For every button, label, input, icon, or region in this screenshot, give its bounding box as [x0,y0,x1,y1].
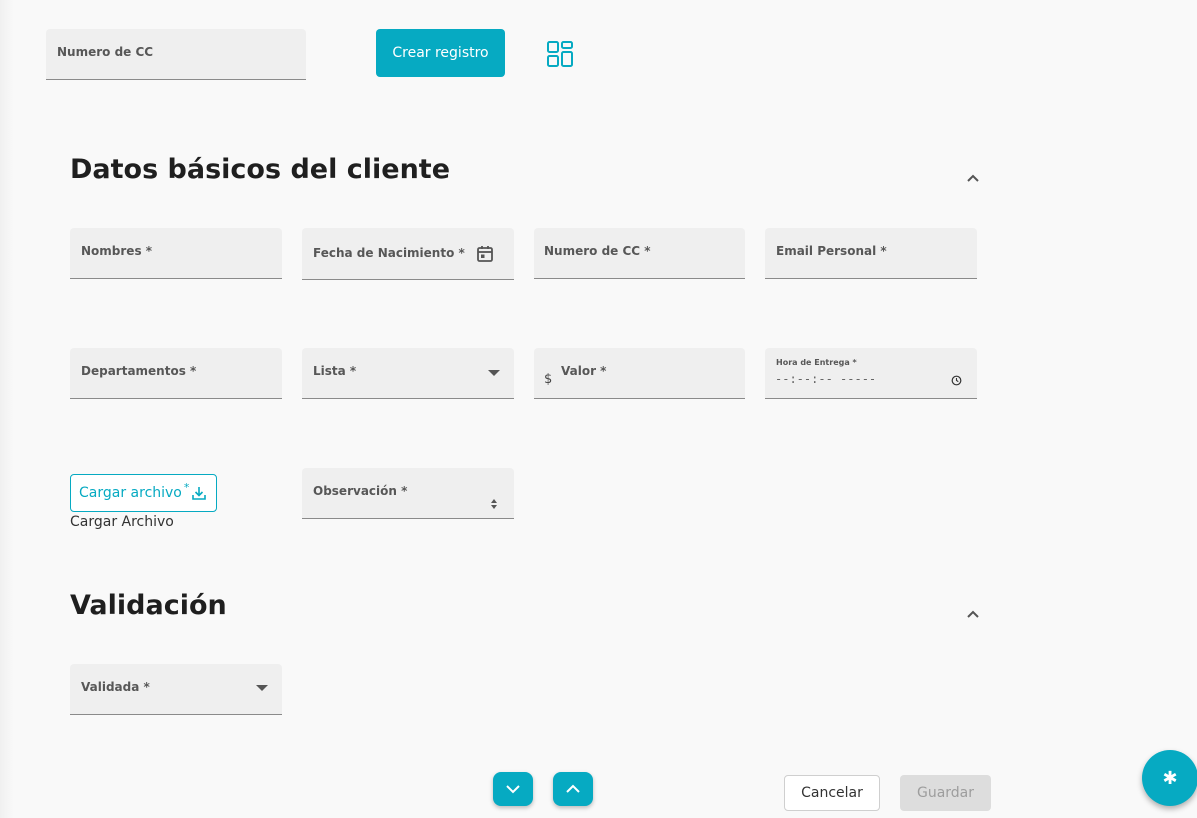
chevron-up-icon[interactable] [966,173,980,183]
validada-label: Validada * [81,680,150,694]
upload-required-mark: * [183,480,190,494]
valor-field[interactable]: $ Valor * [534,348,745,399]
valor-label: Valor * [561,364,607,378]
cancel-button[interactable]: Cancelar [784,775,880,811]
observacion-label: Observación * [313,484,408,498]
numero-cc-field[interactable]: Numero de CC * [534,228,745,279]
hora-entrega-label: Hora de Entrega * [776,358,857,367]
spinner-arrows-icon[interactable] [490,498,498,510]
scroll-down-button[interactable] [493,772,533,806]
save-button[interactable]: Guardar [900,775,991,811]
floating-action-button[interactable]: ✱ [1142,750,1197,806]
upload-file-button[interactable]: Cargar archivo * [70,474,217,512]
fecha-nacimiento-field[interactable]: Fecha de Nacimiento * [302,228,514,280]
search-cc-label: Numero de CC [57,45,154,59]
numero-cc-label: Numero de CC * [544,244,651,258]
scroll-up-button[interactable] [553,772,593,806]
dropdown-arrow-icon [256,685,268,691]
validada-select[interactable]: Validada * [70,664,282,715]
lista-select[interactable]: Lista * [302,348,514,399]
upload-caption: Cargar Archivo [70,514,174,530]
nombres-field[interactable]: Nombres * [70,228,282,279]
chevron-down-icon [506,785,520,794]
section-title-validation: Validación [70,590,227,621]
upload-file-label: Cargar archivo [79,485,182,501]
create-record-button[interactable]: Crear registro [376,29,505,77]
dashboard-layout-icon[interactable] [546,40,574,68]
fecha-nacimiento-label: Fecha de Nacimiento * [313,246,465,260]
hora-entrega-field[interactable]: Hora de Entrega * --:--:-- ----- [765,348,977,399]
departamentos-field[interactable]: Departamentos * [70,348,282,399]
observacion-field[interactable]: Observación * [302,468,514,519]
clock-icon[interactable] [951,375,962,386]
departamentos-label: Departamentos * [81,364,197,378]
valor-prefix: $ [544,372,553,387]
calendar-icon[interactable] [476,245,494,263]
email-personal-field[interactable]: Email Personal * [765,228,977,279]
download-icon [192,487,207,500]
section-title-basic: Datos básicos del cliente [70,154,451,185]
chevron-up-icon[interactable] [966,609,980,619]
asterisk-icon: ✱ [1162,767,1178,789]
email-personal-label: Email Personal * [776,244,887,258]
search-cc-field[interactable]: Numero de CC [46,29,306,80]
nombres-label: Nombres * [81,244,153,258]
dropdown-arrow-icon [488,370,500,376]
lista-label: Lista * [313,364,357,378]
left-edge-shadow [0,0,14,818]
hora-entrega-value: --:--:-- ----- [775,372,877,386]
chevron-up-icon [566,784,580,793]
